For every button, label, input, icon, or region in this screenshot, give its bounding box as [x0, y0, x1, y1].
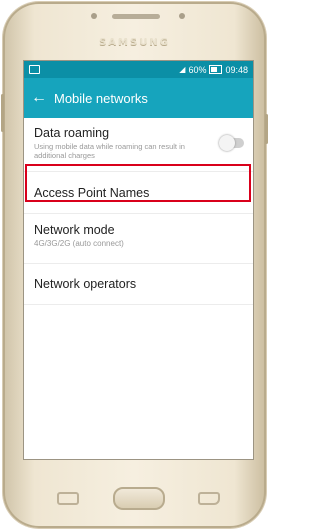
page-title: Mobile networks: [54, 90, 148, 106]
brand-logo: SAMSUNG: [99, 37, 170, 48]
image-icon: [29, 65, 40, 74]
back-key[interactable]: [198, 492, 220, 505]
recent-apps-key[interactable]: [57, 492, 79, 505]
data-roaming-label: Data roaming: [34, 126, 110, 140]
network-mode-value: 4G/3G/2G (auto connect): [34, 239, 124, 248]
toggle-knob: [219, 135, 235, 151]
sensor: [179, 13, 185, 19]
signal-icon: ◢: [179, 65, 186, 74]
network-mode-setting[interactable]: Network mode 4G/3G/2G (auto connect): [24, 214, 253, 264]
phone-body: SAMSUNG ◢ 60% 09:48 ← Mobile networks Da…: [1, 2, 268, 528]
settings-list: Data roaming Using mobile data while roa…: [24, 118, 253, 305]
battery-icon: [209, 65, 223, 74]
power-button[interactable]: [265, 114, 268, 144]
network-operators-setting[interactable]: Network operators: [24, 264, 253, 305]
battery-percent: 60%: [188, 64, 207, 75]
front-camera: [91, 13, 97, 19]
data-roaming-toggle[interactable]: [219, 135, 244, 151]
network-mode-label: Network mode: [34, 223, 115, 237]
back-arrow-icon[interactable]: ←: [24, 78, 54, 118]
home-button[interactable]: [113, 487, 165, 510]
clock: 09:48: [225, 64, 248, 75]
volume-button[interactable]: [1, 94, 4, 132]
screen: ◢ 60% 09:48 ← Mobile networks Data roami…: [23, 60, 254, 460]
app-bar: ← Mobile networks: [24, 78, 253, 118]
highlight-box: [25, 164, 251, 202]
status-bar: ◢ 60% 09:48: [24, 61, 253, 78]
earpiece-speaker: [112, 14, 160, 19]
data-roaming-description: Using mobile data while roaming can resu…: [34, 142, 185, 160]
network-operators-label: Network operators: [34, 277, 137, 291]
